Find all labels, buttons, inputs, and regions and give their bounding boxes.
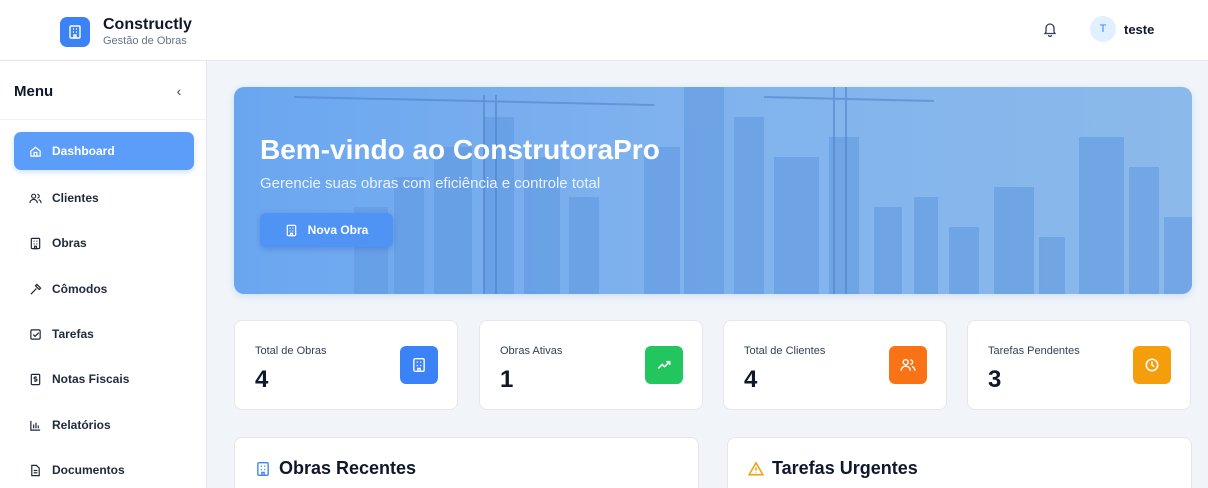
building-icon [285,224,298,237]
menu-divider [0,119,207,120]
bar-chart-icon [28,418,42,432]
chevron-left-icon[interactable]: ‹ [172,83,186,99]
stat-card-total-clientes: Total de Clientes 4 [723,320,947,410]
stat-card-tarefas-pendentes: Tarefas Pendentes 3 [967,320,1191,410]
building-icon [400,346,438,384]
sidebar-item-documentos[interactable]: Documentos [14,451,194,488]
clock-icon [1133,346,1171,384]
sidebar-item-label: Dashboard [52,144,115,158]
sidebar-item-label: Tarefas [52,327,94,341]
stat-value: 3 [988,366,1002,393]
urgent-tasks-panel: Tarefas Urgentes [727,437,1192,488]
invoice-icon [28,372,42,386]
avatar: T [1090,16,1116,42]
hero-title: Bem-vindo ao ConstrutoraPro [260,134,660,165]
brand[interactable]: Constructly Gestão de Obras [60,11,208,53]
sidebar-item-obras[interactable]: Obras [14,224,194,262]
warning-icon [748,460,764,477]
sidebar-item-label: Cômodos [52,282,108,296]
stat-card-total-obras: Total de Obras 4 [234,320,458,410]
sidebar-item-notas-fiscais[interactable]: Notas Fiscais [14,360,194,398]
hammer-icon [28,282,42,296]
menu-title: Menu [14,83,54,100]
hero-subtitle: Gerencie suas obras com eficiência e con… [260,175,601,192]
stat-label: Total de Obras [255,345,327,357]
stat-label: Obras Ativas [500,345,563,357]
brand-subtitle: Gestão de Obras [103,35,187,47]
welcome-banner: Bem-vindo ao ConstrutoraPro Gerencie sua… [234,87,1192,294]
home-icon [28,144,42,158]
document-icon [28,463,42,477]
recent-works-title: Obras Recentes [279,458,417,478]
sidebar-item-label: Documentos [52,463,125,477]
urgent-tasks-title: Tarefas Urgentes [772,458,918,478]
brand-name: Constructly [103,16,192,33]
sidebar-item-tarefas[interactable]: Tarefas [14,315,194,353]
nova-obra-label: Nova Obra [307,223,369,237]
users-icon [889,346,927,384]
sidebar-item-label: Obras [52,236,87,250]
stat-value: 1 [500,366,514,393]
sidebar-item-comodos[interactable]: Cômodos [14,270,194,308]
building-icon [28,236,42,250]
recent-works-panel: Obras Recentes [234,437,699,488]
stat-label: Total de Clientes [744,345,826,357]
sidebar-item-label: Notas Fiscais [52,372,130,386]
sidebar-item-relatorios[interactable]: Relatórios [14,406,194,444]
building-icon [255,461,271,477]
stat-value: 4 [744,366,758,393]
checkbox-icon [28,327,42,341]
trending-up-icon [645,346,683,384]
stat-label: Tarefas Pendentes [988,345,1080,357]
users-icon [28,191,42,205]
stat-card-obras-ativas: Obras Ativas 1 [479,320,703,410]
top-header: Constructly Gestão de Obras T teste [0,0,1208,61]
panel-title: Tarefas Urgentes [748,458,918,479]
panel-title: Obras Recentes [255,458,416,479]
user-menu[interactable]: T teste [1090,16,1154,42]
user-name: teste [1124,21,1155,37]
sidebar-item-clientes[interactable]: Clientes [14,179,194,217]
sidebar-item-dashboard[interactable]: Dashboard [14,132,194,170]
sidebar-item-label: Clientes [52,191,99,205]
stat-value: 4 [255,366,269,393]
nova-obra-button[interactable]: Nova Obra [260,213,393,247]
sidebar-item-label: Relatórios [52,418,111,432]
building-icon [60,17,90,47]
bell-icon[interactable] [1042,20,1058,38]
sidebar: Menu ‹ Dashboard Clientes Obras Cômodos … [0,61,207,488]
